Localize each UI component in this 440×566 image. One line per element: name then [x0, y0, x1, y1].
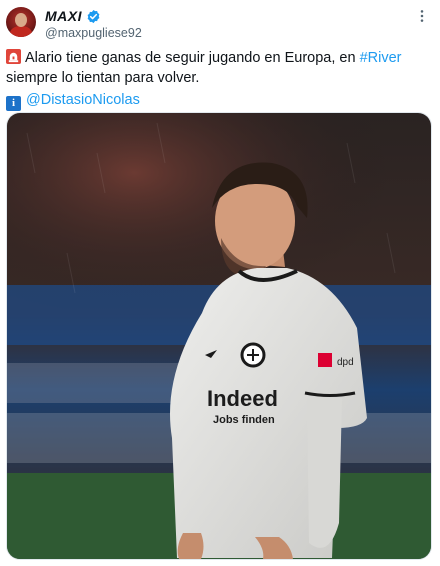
sleeve-logo-text: dpd — [337, 357, 354, 368]
mention-link[interactable]: @DistasioNicolas — [26, 92, 140, 108]
verified-badge-icon — [87, 9, 100, 23]
tweet-line-2: i @DistasioNicolas — [6, 90, 430, 111]
info-icon: i — [6, 96, 21, 111]
more-dots-icon — [420, 10, 424, 22]
avatar-shirt — [10, 26, 32, 37]
tweet-media-photo[interactable]: dpd Indeed Jobs finden — [6, 112, 432, 560]
jersey-sponsor-sub: Jobs finden — [213, 414, 275, 426]
hashtag-link[interactable]: #River — [360, 50, 402, 66]
display-name[interactable]: MAXI — [45, 8, 82, 24]
avatar-face — [15, 13, 27, 27]
tweet-card: MAXI @maxpugliese92 Alario tiene ganas d… — [0, 0, 440, 566]
tweet-line-1: Alario tiene ganas de seguir jugando en … — [6, 48, 430, 88]
siren-icon — [6, 49, 21, 64]
tweet-text: Alario tiene ganas de seguir jugando en … — [6, 48, 430, 111]
avatar[interactable] — [6, 7, 36, 37]
sleeve-logo-mark — [318, 353, 332, 367]
user-handle[interactable]: @maxpugliese92 — [45, 26, 142, 40]
photo-illustration: dpd Indeed Jobs finden — [7, 113, 431, 559]
tweet-text-part-2: siempre lo tientan para volver. — [6, 70, 200, 86]
tweet-text-part-1: Alario tiene ganas de seguir jugando en … — [25, 50, 360, 66]
name-row: MAXI — [45, 8, 101, 24]
jersey-sponsor: Indeed — [207, 386, 278, 411]
more-options-button[interactable] — [412, 6, 432, 26]
